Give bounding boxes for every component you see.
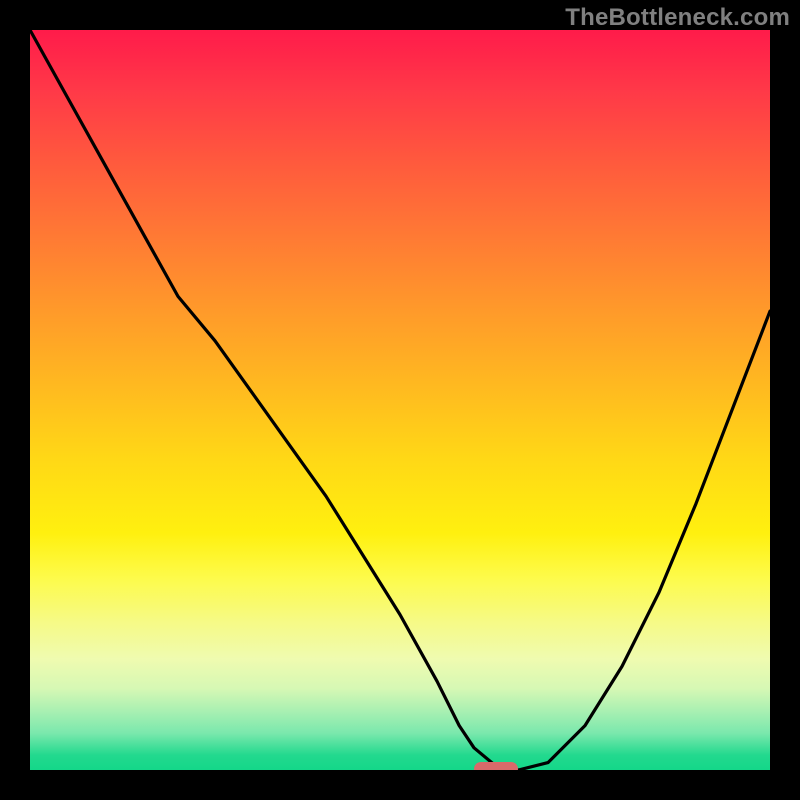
plot-area	[30, 30, 770, 770]
bottleneck-curve	[30, 30, 770, 770]
curve-path	[30, 30, 770, 770]
watermark-text: TheBottleneck.com	[565, 4, 790, 32]
optimum-marker	[474, 762, 518, 770]
chart-frame: TheBottleneck.com	[0, 0, 800, 800]
